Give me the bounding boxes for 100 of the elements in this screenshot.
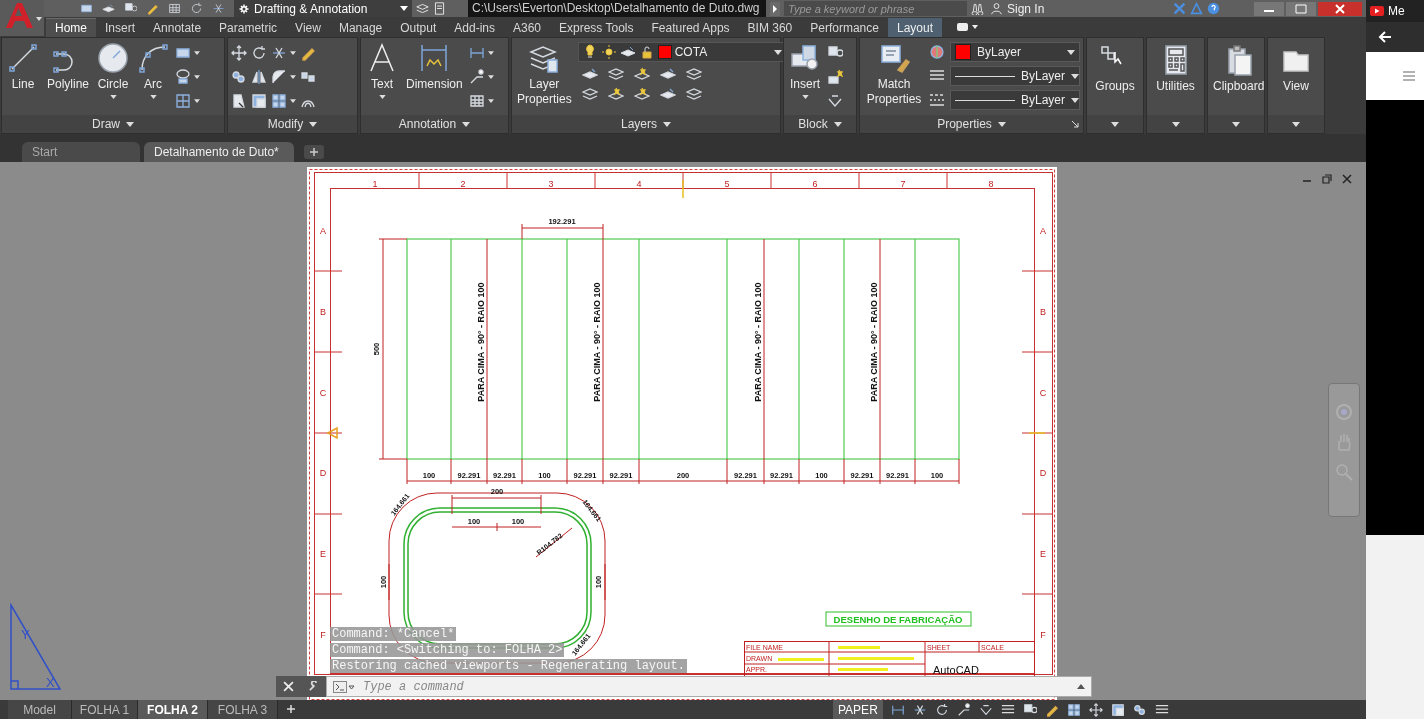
sheet-tab[interactable]: FOLHA 1: [72, 700, 138, 719]
layer-star-icon[interactable]: [607, 86, 624, 102]
panel-title-button[interactable]: Layers: [512, 115, 780, 133]
minimize-icon[interactable]: [1254, 1, 1284, 16]
ribbon-tab[interactable]: Parametric: [210, 18, 287, 37]
leader-icon[interactable]: [956, 702, 971, 717]
panel-title-button[interactable]: Block: [784, 115, 856, 133]
close-icon[interactable]: [1342, 174, 1352, 184]
sheet-tab[interactable]: FOLHA 3: [208, 700, 278, 719]
layer-star-icon[interactable]: [633, 66, 650, 82]
ribbon-tab[interactable]: Insert: [96, 18, 145, 37]
ribbon-tab[interactable]: Annotate: [144, 18, 211, 37]
mirror-icon[interactable]: [251, 69, 267, 85]
property-dropdown[interactable]: ByLayer: [950, 42, 1080, 62]
expand-arrow-icon[interactable]: [770, 1, 780, 16]
ribbon-tab[interactable]: Output: [391, 18, 446, 37]
ribbon-tool-button[interactable]: Polyline: [45, 42, 92, 92]
panel-title-button[interactable]: Annotation: [361, 115, 508, 133]
sheet-tab[interactable]: FOLHA 2: [138, 700, 208, 719]
caret-icon[interactable]: [194, 99, 201, 103]
layer-stack-small-icon[interactable]: [685, 86, 702, 102]
layer-star-icon[interactable]: [633, 86, 650, 102]
panel-title-button[interactable]: Draw: [2, 115, 224, 133]
layer-dropdown[interactable]: COTA: [577, 42, 786, 62]
command-line-field[interactable]: Type a command: [326, 676, 1092, 697]
new-file-icon[interactable]: [80, 2, 93, 15]
command-input-field[interactable]: Type a command: [361, 678, 1071, 695]
scale-icon[interactable]: [251, 93, 267, 109]
rotate-icon[interactable]: [934, 702, 949, 717]
close-icon[interactable]: [1318, 1, 1362, 16]
array-icon[interactable]: [1066, 702, 1081, 717]
ribbon-tool-button[interactable]: Arc: [135, 42, 172, 99]
layer-stack-small-icon[interactable]: [685, 66, 702, 82]
layers-icon[interactable]: [416, 2, 429, 15]
caret-icon[interactable]: [487, 75, 494, 79]
caret-icon[interactable]: [290, 51, 296, 55]
stretch-icon[interactable]: [231, 93, 247, 109]
panel-title-button[interactable]: Modify: [228, 115, 357, 133]
search-field[interactable]: Type a keyword or phrase: [784, 1, 967, 16]
panel-title-button[interactable]: Properties: [860, 115, 1083, 133]
ribbon-tab[interactable]: View: [286, 18, 330, 37]
ribbon-tab[interactable]: Manage: [329, 18, 392, 37]
panel-title-button[interactable]: [1147, 115, 1204, 133]
ribbon-tab[interactable]: BIM 360: [738, 18, 802, 37]
scale-icon[interactable]: [1110, 702, 1125, 717]
rectangle-icon[interactable]: [175, 45, 192, 61]
panel-title-button[interactable]: [1087, 115, 1143, 133]
caret-icon[interactable]: [194, 51, 201, 55]
explode-icon[interactable]: [300, 69, 316, 85]
rotate-icon[interactable]: [251, 45, 267, 61]
help-icon[interactable]: [1207, 2, 1220, 15]
document-tab[interactable]: Start: [22, 142, 140, 162]
copy-icon[interactable]: [1132, 702, 1147, 717]
space-toggle-button[interactable]: PAPER: [833, 700, 883, 719]
restore-icon[interactable]: [1322, 174, 1332, 184]
caret-icon[interactable]: [487, 99, 494, 103]
ribbon-tool-button[interactable]: Line: [5, 42, 41, 92]
sheet-tab[interactable]: Model: [8, 700, 72, 719]
workspace-dropdown[interactable]: Drafting & Annotation: [234, 0, 412, 17]
add-tab-icon[interactable]: [304, 145, 324, 159]
caret-icon[interactable]: [487, 51, 494, 55]
back-arrow-icon[interactable]: [1377, 29, 1393, 45]
panel-title-button[interactable]: [1208, 115, 1264, 133]
browser-tab-title[interactable]: Me: [1388, 4, 1405, 18]
document-tab[interactable]: Detalhamento de Duto*: [144, 142, 294, 162]
table-icon[interactable]: [468, 93, 485, 109]
property-dropdown[interactable]: ByLayer: [950, 90, 1080, 110]
ribbon-tab[interactable]: Home: [46, 18, 96, 37]
document-icon[interactable]: [433, 2, 446, 15]
caret-icon[interactable]: [290, 75, 296, 79]
move-icon[interactable]: [231, 45, 247, 61]
add-tab-icon[interactable]: [286, 704, 296, 714]
color-wheel-icon[interactable]: [929, 44, 945, 60]
ribbon-tool-button[interactable]: Match Properties: [863, 42, 925, 107]
binoculars-icon[interactable]: [971, 2, 984, 15]
layer-stack-small-icon[interactable]: [581, 86, 598, 102]
fillet-icon[interactable]: [271, 69, 287, 85]
caret-icon[interactable]: [290, 99, 296, 103]
ribbon-tab[interactable]: Performance: [801, 18, 888, 37]
ribbon-tool-button[interactable]: Clipboard: [1211, 42, 1267, 94]
layer-stack-small-icon[interactable]: [607, 66, 624, 82]
sign-in-button[interactable]: Sign In: [988, 1, 1047, 16]
linetype-icon[interactable]: [929, 92, 945, 108]
ribbon-tool-button[interactable]: Text: [364, 42, 400, 99]
ribbon-tab[interactable]: Featured Apps: [642, 18, 739, 37]
ribbon-tool-button[interactable]: Circle: [95, 42, 132, 99]
block-star-icon[interactable]: [827, 69, 843, 85]
move-icon[interactable]: [1088, 702, 1103, 717]
property-dropdown[interactable]: ByLayer: [950, 66, 1080, 86]
ribbon-tool-button[interactable]: Utilities: [1150, 42, 1201, 94]
array-icon[interactable]: [271, 93, 287, 109]
leader-icon[interactable]: [468, 69, 485, 85]
ribbon-tab[interactable]: Express Tools: [550, 18, 643, 37]
options-icon[interactable]: [956, 22, 980, 32]
maximize-icon[interactable]: [1286, 1, 1316, 16]
ribbon-tool-button[interactable]: Layer Properties: [515, 42, 574, 107]
panel-title-button[interactable]: [1268, 115, 1324, 133]
ribbon-tool-button[interactable]: Insert: [787, 42, 823, 99]
ribbon-tool-button[interactable]: View: [1271, 42, 1321, 94]
copy-icon[interactable]: [231, 69, 247, 85]
